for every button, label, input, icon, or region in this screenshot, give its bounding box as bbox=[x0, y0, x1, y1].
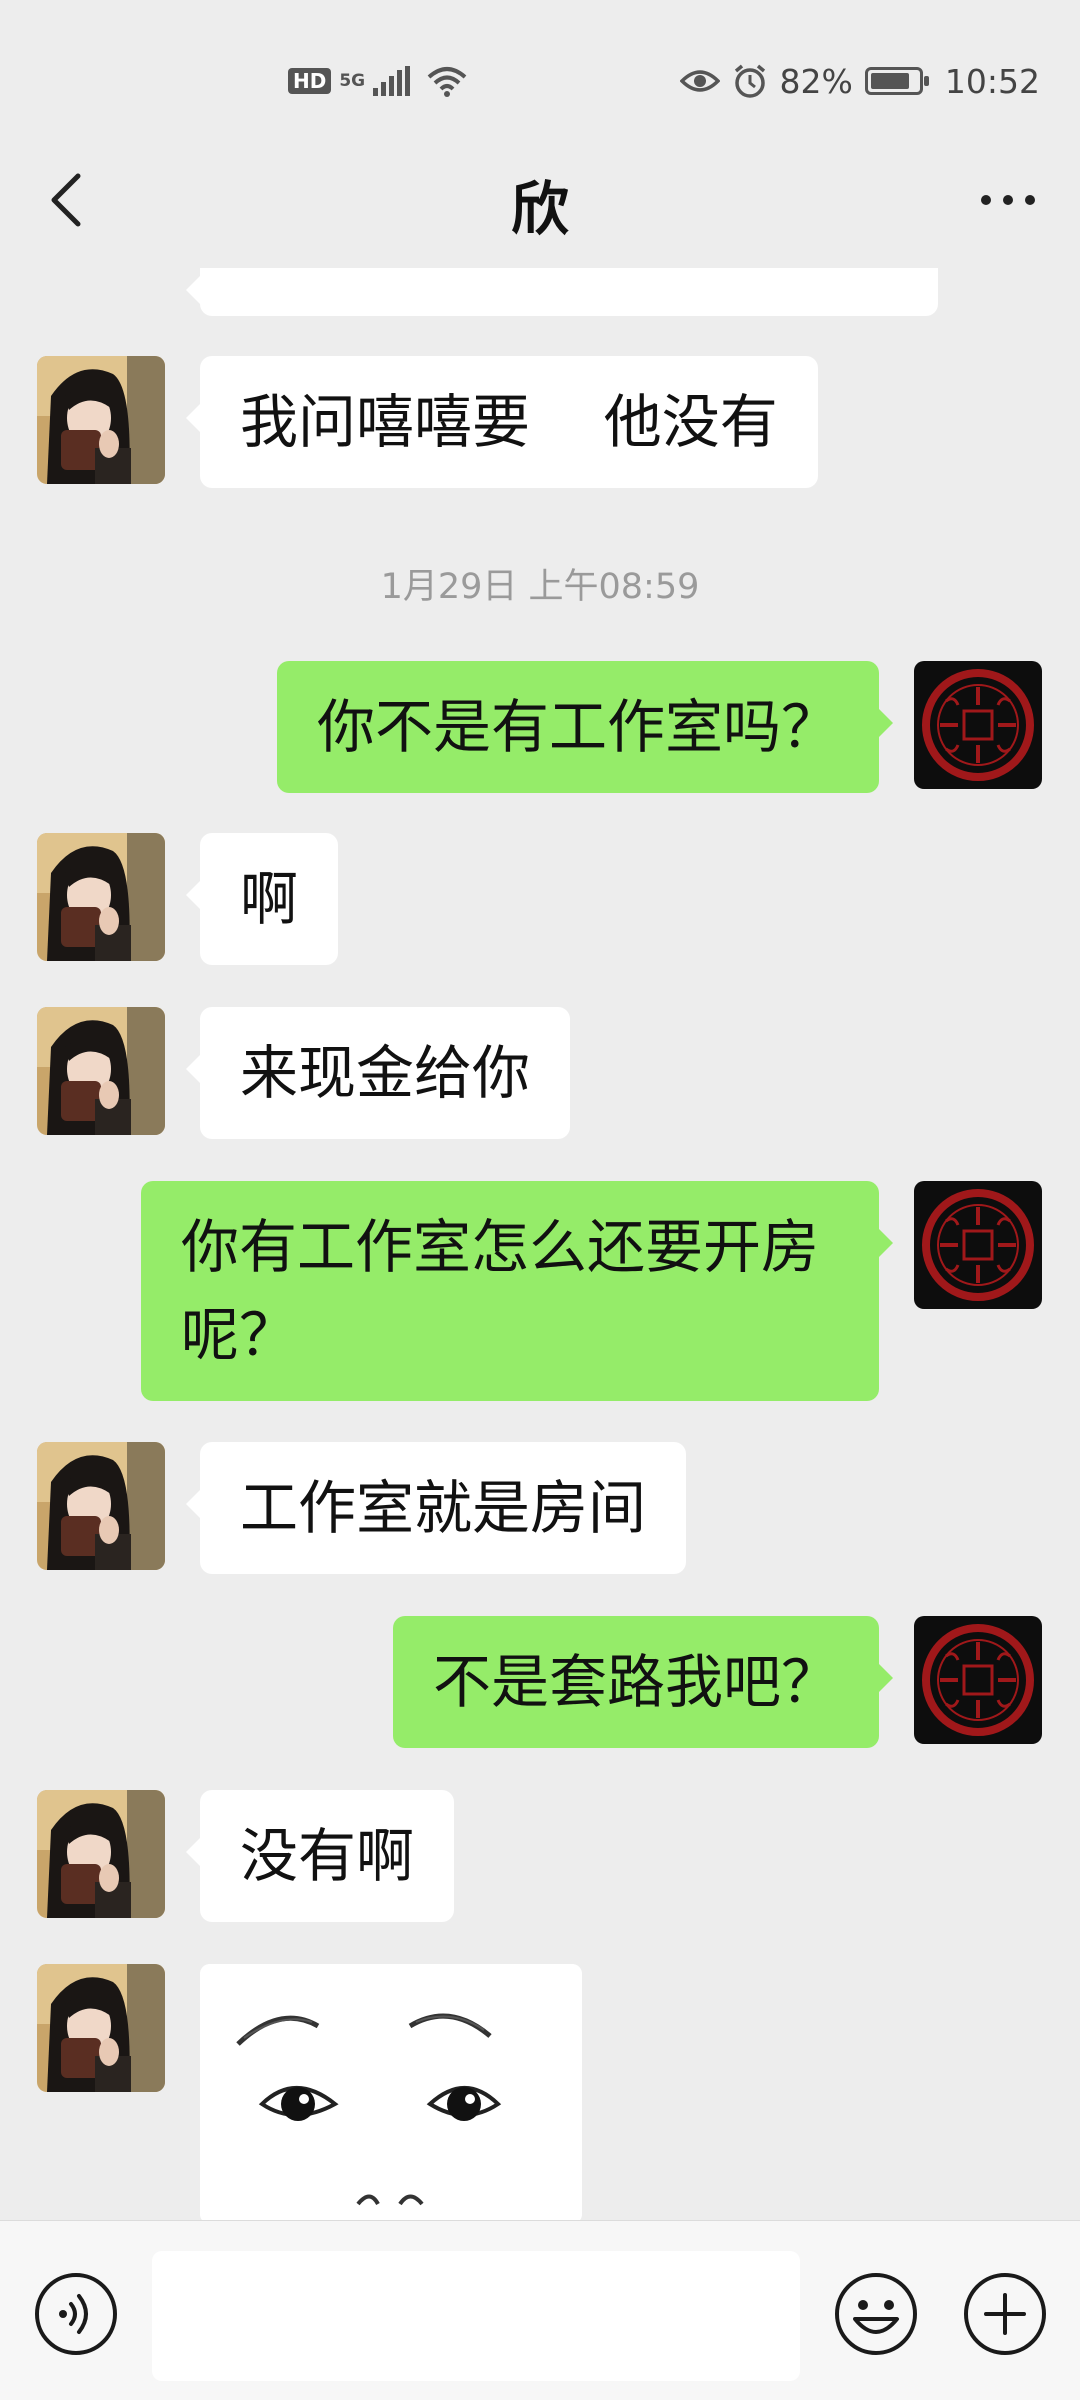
contact-avatar[interactable] bbox=[37, 1007, 165, 1135]
battery-percent: 82% bbox=[779, 61, 853, 101]
battery-icon bbox=[864, 67, 929, 95]
emoji-icon[interactable] bbox=[833, 2271, 919, 2357]
network-type: 5G bbox=[339, 70, 366, 91]
eye-icon bbox=[679, 70, 720, 92]
more-icon[interactable] bbox=[976, 178, 1040, 222]
alarm-icon bbox=[734, 64, 765, 98]
message-bubble-incoming[interactable]: 来现金给你 bbox=[185, 1007, 571, 1139]
message-bubble-incoming[interactable]: 工作室就是房间 bbox=[185, 1442, 687, 1574]
contact-avatar[interactable] bbox=[37, 833, 165, 961]
voice-icon[interactable] bbox=[33, 2271, 119, 2357]
message-bubble-incoming[interactable]: 没有啊 bbox=[185, 1790, 455, 1922]
message-bubble-incoming[interactable]: 啊 bbox=[185, 833, 339, 965]
message-timestamp: 1月29日 上午08:59 bbox=[380, 567, 700, 607]
status-bar: HD 5G 82% 10:52 bbox=[0, 0, 1080, 150]
sticker-image-message[interactable] bbox=[200, 1964, 582, 2220]
plus-icon[interactable] bbox=[962, 2271, 1048, 2357]
message-bubble-outgoing[interactable]: 不是套路我吧？ bbox=[392, 1616, 894, 1748]
contact-avatar[interactable] bbox=[37, 1964, 165, 2092]
contact-avatar[interactable] bbox=[37, 356, 165, 484]
wifi-icon bbox=[427, 67, 467, 97]
message-bubble-partial[interactable] bbox=[186, 268, 938, 316]
chat-header: 欣 bbox=[0, 150, 1080, 268]
message-bubble-outgoing[interactable]: 你不是有工作室吗？ bbox=[276, 661, 894, 793]
wide-eyes-sticker bbox=[200, 1964, 582, 2220]
hd-badge: HD bbox=[288, 68, 332, 94]
message-bubble-incoming[interactable]: 我问嘻嘻要 他没有 bbox=[186, 356, 818, 488]
message-bubble-outgoing[interactable]: 你有工作室怎么还要开房呢？ bbox=[141, 1181, 893, 1401]
signal-icon bbox=[373, 66, 411, 96]
my-avatar[interactable] bbox=[914, 1181, 1042, 1309]
input-bar bbox=[0, 2220, 1080, 2400]
message-input[interactable] bbox=[152, 2251, 800, 2381]
chat-title: 欣 bbox=[510, 175, 569, 243]
contact-avatar[interactable] bbox=[37, 1442, 165, 1570]
message-list[interactable]: 我问嘻嘻要 他没有 1月29日 上午08:59 你不是有工作室吗？ 啊 来现金给… bbox=[0, 268, 1080, 2220]
clock-time: 10:52 bbox=[944, 61, 1040, 101]
my-avatar[interactable] bbox=[914, 1616, 1042, 1744]
contact-avatar[interactable] bbox=[37, 1790, 165, 1918]
chat-screen: HD 5G 82% 10:52 欣 我问嘻嘻要 他没有 1月29日 上午08:5… bbox=[0, 0, 1080, 2400]
my-avatar[interactable] bbox=[914, 661, 1042, 789]
